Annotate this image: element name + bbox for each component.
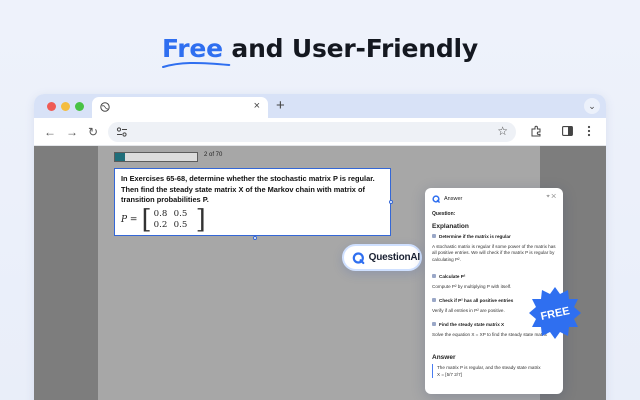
kebab-menu-icon[interactable] xyxy=(587,125,591,137)
right-bracket: ] xyxy=(195,205,206,235)
globe-icon xyxy=(100,102,110,112)
matrix-label: P = xyxy=(121,215,138,225)
step-bullet-icon xyxy=(432,234,436,238)
explanation-step: Determine if the matrix is regular A sto… xyxy=(432,234,556,262)
bookmark-star-icon[interactable]: ☆ xyxy=(497,124,508,138)
explanation-title: Explanation xyxy=(432,223,469,230)
selection-handle[interactable] xyxy=(389,200,393,204)
new-tab-button[interactable]: + xyxy=(276,97,285,114)
progress-fill xyxy=(115,153,125,161)
matrix-grid: 0.8 0.5 0.2 0.5 xyxy=(154,209,194,231)
progress-label: 2 of 70 xyxy=(204,152,223,158)
panel-title: Answer xyxy=(444,196,463,202)
question-label: Question: xyxy=(432,211,456,217)
questionai-button[interactable]: QuestionAI xyxy=(342,244,422,271)
back-arrow-icon[interactable]: ← xyxy=(44,125,56,139)
selection-handle[interactable] xyxy=(253,236,257,240)
questionai-logo-icon xyxy=(432,195,440,203)
answer-title: Answer xyxy=(432,354,456,361)
close-tab-icon[interactable]: × xyxy=(254,100,260,112)
question-text: In Exercises 65-68, determine whether th… xyxy=(121,174,375,204)
matrix-cell: 0.8 xyxy=(153,209,168,219)
progress-track xyxy=(114,152,198,162)
matrix-p: P = [ 0.8 0.5 0.2 0.5 ] xyxy=(121,207,206,233)
maximize-window-button[interactable] xyxy=(75,102,84,111)
answer-text: The matrix P is regular, and the steady … xyxy=(432,364,544,378)
tab-bar: × + ⌄ xyxy=(34,94,606,118)
matrix-cell: 0.2 xyxy=(153,220,168,230)
left-bracket: [ xyxy=(141,205,152,235)
selected-question[interactable]: In Exercises 65-68, determine whether th… xyxy=(114,168,391,236)
matrix-cell: 0.5 xyxy=(173,220,188,230)
site-settings-icon[interactable] xyxy=(116,126,128,138)
forward-arrow-icon[interactable]: → xyxy=(66,125,78,139)
underline-squiggle-icon xyxy=(161,61,231,68)
step-bullet-icon xyxy=(432,322,436,326)
step-bullet-icon xyxy=(432,274,436,278)
tab-search-button[interactable]: ⌄ xyxy=(584,98,600,114)
pin-close-icons[interactable]: ⌖ ✕ xyxy=(546,194,556,201)
close-window-button[interactable] xyxy=(47,102,56,111)
headline-accent: Free xyxy=(161,34,231,68)
reload-icon[interactable]: ↻ xyxy=(88,125,98,139)
extensions-puzzle-icon[interactable] xyxy=(530,125,542,137)
panel-header: Answer xyxy=(432,195,462,203)
browser-tab[interactable]: × xyxy=(92,97,268,118)
address-bar[interactable]: ☆ xyxy=(108,122,516,142)
questionai-logo-icon xyxy=(352,251,365,264)
headline: Free and User-Friendly xyxy=(0,34,640,68)
minimize-window-button[interactable] xyxy=(61,102,70,111)
brand-name: QuestionAI xyxy=(368,252,421,263)
side-panel-icon[interactable] xyxy=(562,126,573,136)
step-bullet-icon xyxy=(432,298,436,302)
headline-rest: and User-Friendly xyxy=(231,34,479,63)
free-badge: FREE xyxy=(529,287,581,339)
browser-toolbar: ← → ↻ ☆ xyxy=(34,118,606,146)
matrix-cell: 0.5 xyxy=(173,209,188,219)
